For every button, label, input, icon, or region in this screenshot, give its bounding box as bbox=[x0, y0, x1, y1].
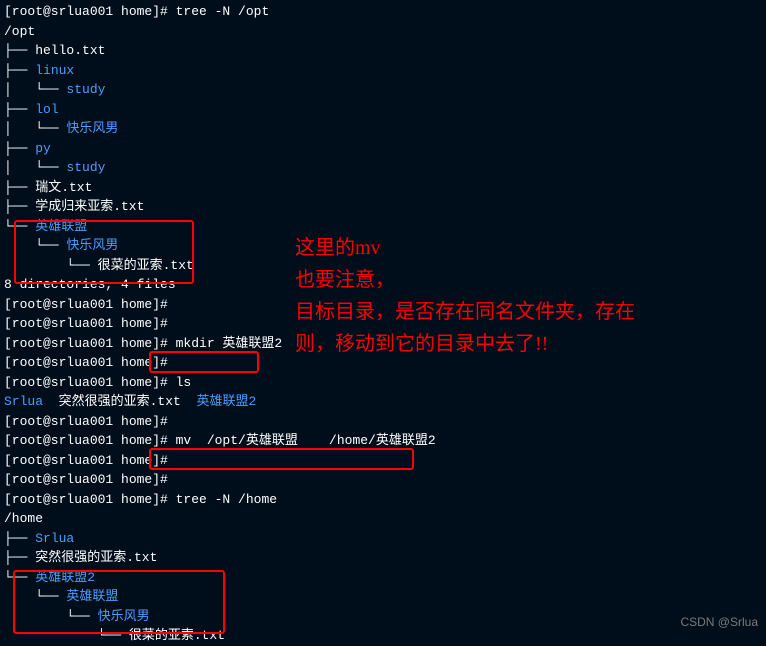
highlight-box-mv bbox=[149, 448, 414, 470]
terminal-line: ├── lol bbox=[4, 100, 762, 120]
highlight-box-mkdir bbox=[149, 351, 259, 373]
terminal-line: [root@srlua001 home]# ls bbox=[4, 373, 762, 393]
terminal-line: [root@srlua001 home]# bbox=[4, 470, 762, 490]
annotation-line3: 目标目录，是否存在同名文件夹，存在 bbox=[295, 296, 635, 328]
terminal-line: │ └── 快乐风男 bbox=[4, 119, 762, 139]
annotation-text: 这里的mv 也要注意， 目标目录，是否存在同名文件夹，存在 则，移动到它的目录中… bbox=[295, 232, 635, 360]
terminal-line: Srlua 突然很强的亚索.txt 英雄联盟2 bbox=[4, 392, 762, 412]
terminal-line: │ └── study bbox=[4, 158, 762, 178]
terminal-line: /home bbox=[4, 509, 762, 529]
annotation-line1: 这里的mv bbox=[295, 232, 635, 264]
annotation-line4: 则，移动到它的目录中去了!! bbox=[295, 328, 635, 360]
terminal-line: ├── py bbox=[4, 139, 762, 159]
watermark: CSDN @Srlua bbox=[680, 613, 758, 631]
terminal-line: /opt bbox=[4, 22, 762, 42]
terminal-line: ├── 瑞文.txt bbox=[4, 178, 762, 198]
terminal-line: [root@srlua001 home]# tree -N /opt bbox=[4, 2, 762, 22]
terminal-line: ├── 突然很强的亚索.txt bbox=[4, 548, 762, 568]
terminal-line: ├── linux bbox=[4, 61, 762, 81]
highlight-box-tree2 bbox=[13, 570, 225, 634]
terminal-line: [root@srlua001 home]# bbox=[4, 412, 762, 432]
terminal-line: ├── Srlua bbox=[4, 529, 762, 549]
terminal-line: │ └── study bbox=[4, 80, 762, 100]
terminal-line: ├── hello.txt bbox=[4, 41, 762, 61]
highlight-box-tree1 bbox=[14, 220, 194, 284]
annotation-line2: 也要注意， bbox=[295, 264, 635, 296]
terminal-line: ├── 学成归来亚索.txt bbox=[4, 197, 762, 217]
terminal-line: [root@srlua001 home]# tree -N /home bbox=[4, 490, 762, 510]
